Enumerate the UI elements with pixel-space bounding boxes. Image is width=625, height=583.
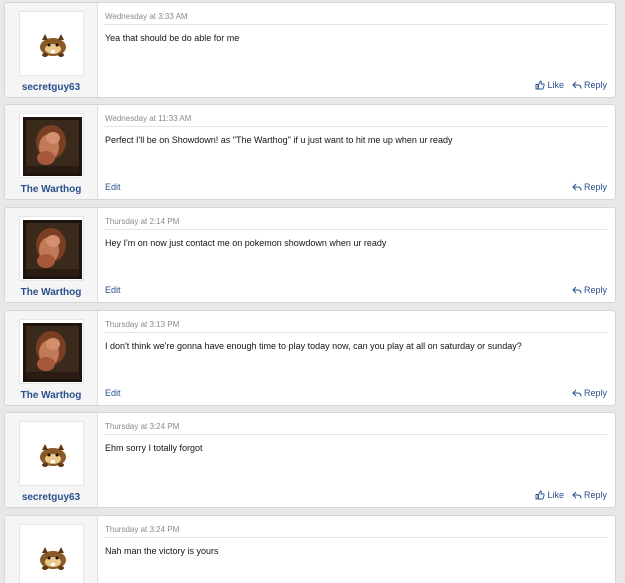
reply-icon bbox=[572, 183, 582, 191]
avatar[interactable] bbox=[19, 421, 84, 486]
message-actions: Like Reply bbox=[535, 490, 607, 500]
message-text: I don't think we're gonna have enough ti… bbox=[105, 341, 522, 351]
message-text: Nah man the victory is yours bbox=[105, 546, 219, 556]
reply-label: Reply bbox=[583, 490, 607, 500]
edit-button[interactable]: Edit bbox=[105, 388, 121, 398]
reply-button[interactable]: Reply bbox=[572, 182, 607, 192]
message-content: Thursday at 3:24 PM Ehm sorry I totally … bbox=[104, 413, 607, 507]
avatar[interactable] bbox=[19, 216, 84, 281]
message-text: Yea that should be do able for me bbox=[105, 33, 240, 43]
message-date[interactable]: Thursday at 2:14 PM bbox=[105, 217, 179, 226]
reply-icon bbox=[572, 81, 582, 89]
message-post: secretguy63 Thursday at 3:24 PM Ehm sorr… bbox=[4, 412, 616, 508]
like-button[interactable]: Like bbox=[535, 490, 564, 500]
avatar[interactable] bbox=[19, 319, 84, 384]
username[interactable]: secretguy63 bbox=[5, 492, 97, 503]
reply-label: Reply bbox=[583, 388, 607, 398]
message-thread: secretguy63 Wednesday at 3:33 AM Yea tha… bbox=[0, 0, 625, 583]
reply-label: Reply bbox=[583, 80, 607, 90]
message-text: Ehm sorry I totally forgot bbox=[105, 443, 203, 453]
message-text: Perfect I'll be on Showdown! as "The War… bbox=[105, 135, 453, 145]
message-content: Thursday at 3:13 PM I don't think we're … bbox=[104, 311, 607, 405]
message-post: The Warthog Thursday at 3:13 PM I don't … bbox=[4, 310, 616, 406]
date-divider bbox=[104, 332, 607, 333]
username[interactable]: The Warthog bbox=[5, 184, 97, 195]
message-content: Thursday at 2:14 PM Hey I'm on now just … bbox=[104, 208, 607, 302]
message-user-info bbox=[5, 516, 98, 583]
message-post: secretguy63 Wednesday at 3:33 AM Yea tha… bbox=[4, 2, 616, 98]
message-user-info: The Warthog bbox=[5, 105, 98, 199]
message-actions: Like Reply bbox=[535, 80, 607, 90]
reply-button[interactable]: Reply bbox=[572, 80, 607, 90]
message-actions-left: Edit bbox=[105, 388, 121, 398]
edit-button[interactable]: Edit bbox=[105, 285, 121, 295]
warthog-photo-icon bbox=[23, 323, 82, 382]
reply-button[interactable]: Reply bbox=[572, 490, 607, 500]
bidoof-sprite-icon bbox=[40, 547, 66, 570]
message-content: Thursday at 3:24 PM Nah man the victory … bbox=[104, 516, 607, 583]
message-post: The Warthog Thursday at 2:14 PM Hey I'm … bbox=[4, 207, 616, 303]
username[interactable]: secretguy63 bbox=[5, 82, 97, 93]
thumbs-up-icon bbox=[536, 80, 546, 90]
date-divider bbox=[104, 537, 607, 538]
reply-label: Reply bbox=[583, 285, 607, 295]
message-date[interactable]: Wednesday at 3:33 AM bbox=[105, 12, 188, 21]
message-date[interactable]: Thursday at 3:13 PM bbox=[105, 320, 179, 329]
like-button[interactable]: Like bbox=[535, 80, 564, 90]
avatar[interactable] bbox=[19, 11, 84, 76]
username[interactable]: The Warthog bbox=[5, 390, 97, 401]
reply-icon bbox=[572, 491, 582, 499]
like-label: Like bbox=[547, 490, 564, 500]
edit-button[interactable]: Edit bbox=[105, 182, 121, 192]
reply-button[interactable]: Reply bbox=[572, 285, 607, 295]
warthog-photo-icon bbox=[23, 117, 82, 176]
message-date[interactable]: Thursday at 3:24 PM bbox=[105, 422, 179, 431]
username[interactable]: The Warthog bbox=[5, 287, 97, 298]
avatar[interactable] bbox=[19, 524, 84, 583]
warthog-photo-icon bbox=[23, 220, 82, 279]
message-date[interactable]: Thursday at 3:24 PM bbox=[105, 525, 179, 534]
message-actions-left: Edit bbox=[105, 182, 121, 192]
date-divider bbox=[104, 24, 607, 25]
message-actions: Reply bbox=[572, 285, 607, 295]
message-date[interactable]: Wednesday at 11:33 AM bbox=[105, 114, 191, 123]
avatar[interactable] bbox=[19, 113, 84, 178]
like-label: Like bbox=[547, 80, 564, 90]
date-divider bbox=[104, 126, 607, 127]
message-actions: Reply bbox=[572, 182, 607, 192]
message-post: Thursday at 3:24 PM Nah man the victory … bbox=[4, 515, 616, 583]
date-divider bbox=[104, 434, 607, 435]
message-content: Wednesday at 11:33 AM Perfect I'll be on… bbox=[104, 105, 607, 199]
message-actions: Reply bbox=[572, 388, 607, 398]
message-user-info: The Warthog bbox=[5, 311, 98, 405]
reply-label: Reply bbox=[583, 182, 607, 192]
message-post: The Warthog Wednesday at 11:33 AM Perfec… bbox=[4, 104, 616, 200]
reply-icon bbox=[572, 286, 582, 294]
bidoof-sprite-icon bbox=[40, 34, 66, 57]
reply-icon bbox=[572, 389, 582, 397]
message-user-info: The Warthog bbox=[5, 208, 98, 302]
message-text: Hey I'm on now just contact me on pokemo… bbox=[105, 238, 387, 248]
message-actions-left: Edit bbox=[105, 285, 121, 295]
bidoof-sprite-icon bbox=[40, 444, 66, 467]
thumbs-up-icon bbox=[536, 490, 546, 500]
message-user-info: secretguy63 bbox=[5, 3, 98, 97]
message-content: Wednesday at 3:33 AM Yea that should be … bbox=[104, 3, 607, 97]
reply-button[interactable]: Reply bbox=[572, 388, 607, 398]
message-user-info: secretguy63 bbox=[5, 413, 98, 507]
date-divider bbox=[104, 229, 607, 230]
